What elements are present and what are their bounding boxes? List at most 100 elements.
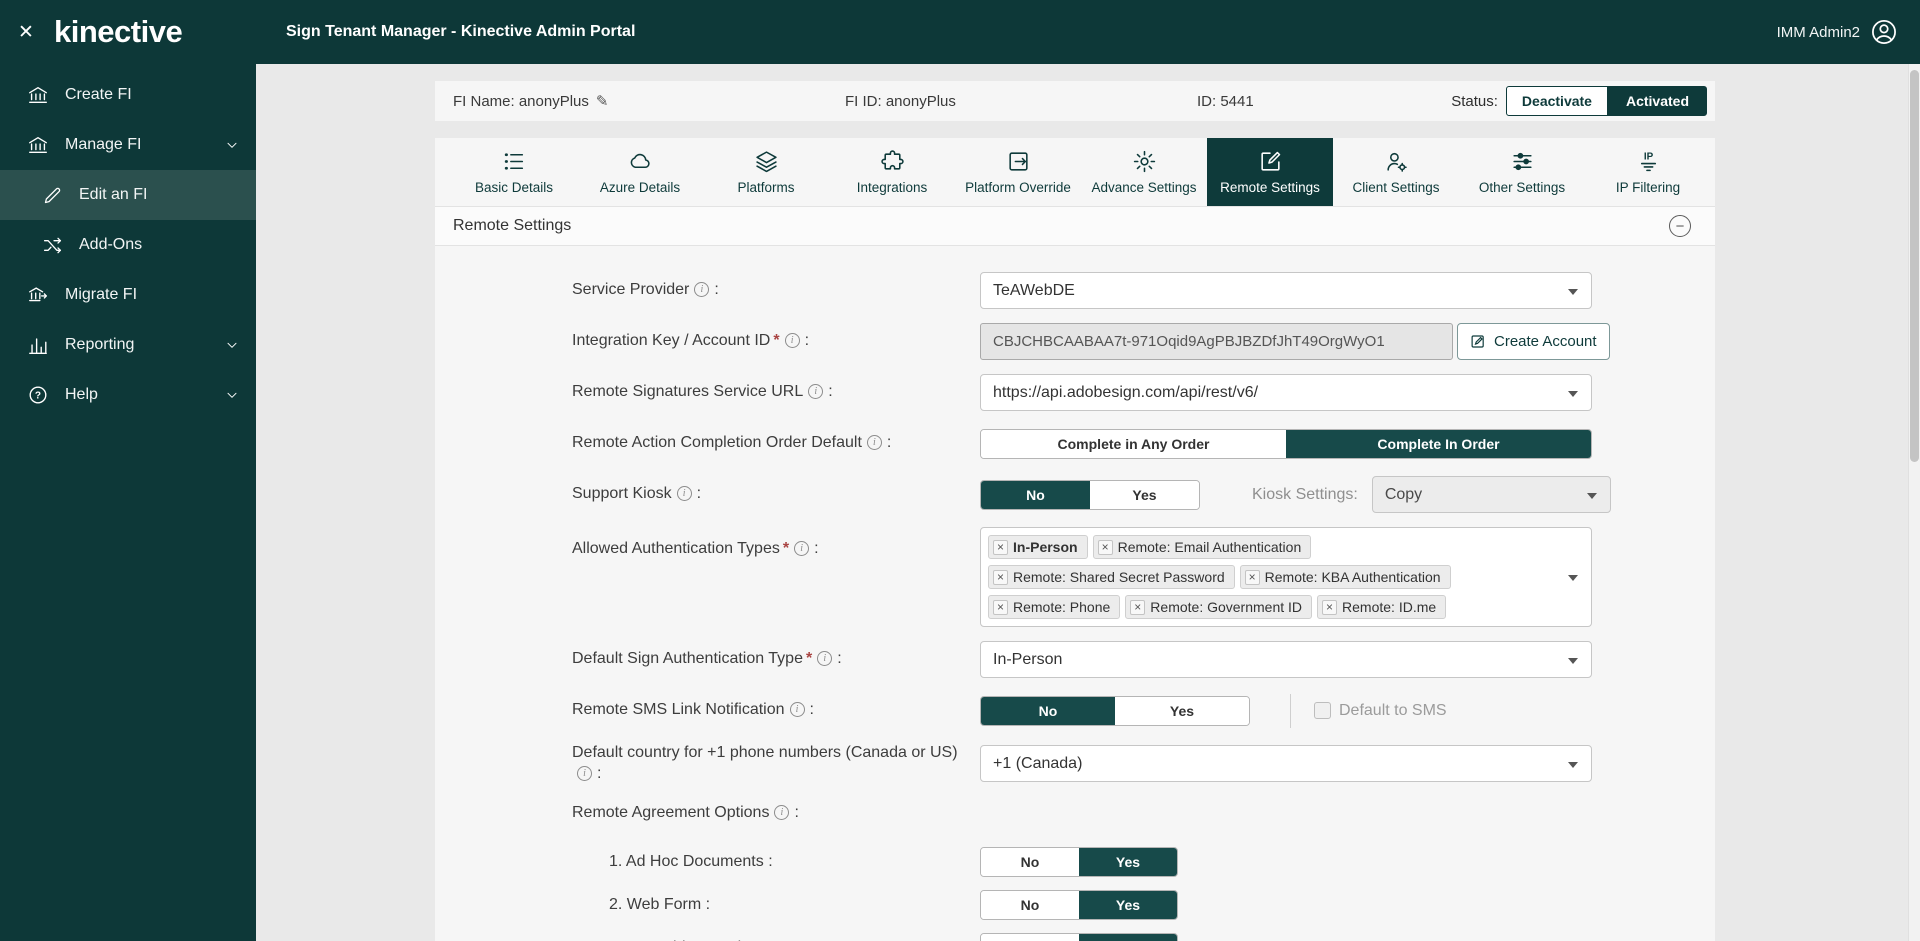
default-auth-row: Default Sign Authentication Type * i: In-P…	[435, 641, 1715, 678]
tab-other-settings[interactable]: Other Settings	[1459, 138, 1585, 206]
edit-fi-name-icon[interactable]: ✎	[596, 92, 609, 110]
info-icon[interactable]: i	[789, 702, 805, 718]
integration-key-field[interactable]: CBJCHBCAABAA7t-971Oqid9AgPBJBZDfJhT49Org…	[980, 323, 1453, 360]
close-menu-icon[interactable]: ✕	[18, 21, 48, 44]
kiosk-settings-dropdown[interactable]: Copy	[1371, 476, 1611, 513]
default-to-sms-checkbox[interactable]	[1314, 702, 1331, 719]
remove-chip-icon[interactable]: ×	[993, 599, 1008, 615]
service-provider-dropdown[interactable]: TeAWebDE	[980, 272, 1592, 309]
sidebar-item-create-fi[interactable]: Create FI	[0, 70, 256, 120]
user-avatar-icon[interactable]	[1870, 18, 1898, 46]
top-bar: Sign Tenant Manager - Kinective Admin Po…	[256, 0, 1920, 64]
agreement-options-label: Remote Agreement Options i:	[572, 804, 799, 822]
collapse-section-icon[interactable]: −	[1669, 215, 1691, 237]
ad-hoc-no[interactable]: No	[981, 847, 1079, 876]
tab-platforms[interactable]: Platforms	[703, 138, 829, 206]
vertical-scrollbar[interactable]	[1908, 64, 1920, 941]
web-form-no[interactable]: No	[981, 890, 1079, 919]
kiosk-settings-label: Kiosk Settings:	[1252, 485, 1358, 503]
support-kiosk-yes[interactable]: Yes	[1090, 480, 1199, 509]
sidebar-item-add-ons[interactable]: Add-Ons	[0, 220, 256, 270]
sms-yes[interactable]: Yes	[1115, 696, 1249, 725]
scrollbar-thumb[interactable]	[1910, 70, 1919, 462]
sidebar-nav: Create FI Manage FI Edit an FI Add-Ons M…	[0, 70, 256, 420]
sidebar: ✕ kinective Create FI Manage FI Edit an …	[0, 0, 256, 941]
create-account-icon	[1471, 335, 1484, 348]
tab-client-settings[interactable]: Client Settings	[1333, 138, 1459, 206]
info-icon[interactable]: i	[774, 805, 790, 821]
create-account-button[interactable]: Create Account	[1457, 323, 1610, 360]
bar-chart-icon	[26, 333, 50, 357]
auth-chip: × Remote: Email Authentication	[1092, 535, 1312, 559]
service-provider-label: Service Provider i:	[572, 281, 719, 299]
sidebar-item-label: Manage FI	[65, 136, 142, 153]
sms-no[interactable]: No	[981, 696, 1115, 725]
info-icon[interactable]: i	[577, 765, 592, 781]
integration-key-value: CBJCHBCAABAA7t-971Oqid9AgPBJBZDfJhT49Org…	[993, 333, 1385, 350]
complete-in-order-option[interactable]: Complete In Order	[1286, 429, 1591, 458]
tab-ip-filtering[interactable]: IP IP Filtering	[1585, 138, 1711, 206]
remove-chip-icon[interactable]: ×	[993, 569, 1008, 585]
completion-order-label: Remote Action Completion Order Default i:	[572, 434, 892, 452]
box-arrow-icon	[1006, 149, 1031, 174]
sidebar-item-help[interactable]: ? Help	[0, 370, 256, 420]
info-icon[interactable]: i	[676, 486, 692, 502]
tab-advance-settings[interactable]: Advance Settings	[1081, 138, 1207, 206]
sidebar-item-edit-an-fi[interactable]: Edit an FI	[0, 170, 256, 220]
tab-platform-override[interactable]: Platform Override	[955, 138, 1081, 206]
kinective-logo: kinective	[54, 14, 183, 49]
tab-integrations[interactable]: Integrations	[829, 138, 955, 206]
deactivate-button[interactable]: Deactivate	[1505, 86, 1608, 116]
integration-key-label: Integration Key / Account ID * i:	[572, 332, 810, 350]
info-icon[interactable]: i	[866, 435, 882, 451]
default-to-sms-label: Default to SMS	[1339, 701, 1447, 719]
default-auth-dropdown[interactable]: In-Person	[980, 641, 1592, 678]
info-icon[interactable]: i	[784, 333, 800, 349]
sidebar-logo-bar: ✕ kinective	[0, 0, 256, 64]
info-icon[interactable]: i	[808, 384, 824, 400]
remote-url-row: Remote Signatures Service URL i: https://…	[435, 374, 1715, 411]
remote-url-dropdown[interactable]: https://api.adobesign.com/api/rest/v6/	[980, 374, 1592, 411]
ad-hoc-documents-row: 1. Ad Hoc Documents : No Yes	[435, 846, 1715, 877]
sidebar-item-reporting[interactable]: Reporting	[0, 320, 256, 370]
auth-types-multiselect[interactable]: × In-Person × Remote: Email Authenticati…	[980, 527, 1592, 627]
complete-any-order-option[interactable]: Complete in Any Order	[981, 429, 1286, 458]
fi-card: FI Name: anonyPlus ✎ FI ID: anonyPlus ID…	[435, 81, 1715, 941]
default-country-dropdown[interactable]: +1 (Canada)	[980, 745, 1592, 783]
fi-id: FI ID: anonyPlus	[845, 92, 956, 110]
record-id: ID: 5441	[1197, 92, 1254, 110]
tab-remote-settings[interactable]: Remote Settings	[1207, 138, 1333, 206]
info-icon[interactable]: i	[794, 541, 810, 556]
remove-chip-icon[interactable]: ×	[1322, 599, 1338, 615]
tab-basic-details[interactable]: Basic Details	[451, 138, 577, 206]
user-name: IMM Admin2	[1776, 23, 1860, 41]
remove-chip-icon[interactable]: ×	[1244, 569, 1260, 585]
remove-chip-icon[interactable]: ×	[1097, 539, 1113, 555]
remove-chip-icon[interactable]: ×	[1130, 599, 1146, 615]
sms-notification-row: Remote SMS Link Notification i: No Yes De…	[435, 692, 1715, 729]
info-icon[interactable]: i	[694, 282, 710, 298]
auth-types-label: Allowed Authentication Types * i:	[572, 540, 819, 557]
activated-button[interactable]: Activated	[1607, 86, 1707, 116]
ad-hoc-yes[interactable]: Yes	[1079, 847, 1177, 876]
sidebar-item-manage-fi[interactable]: Manage FI	[0, 120, 256, 170]
info-icon[interactable]: i	[817, 651, 833, 667]
remove-chip-icon[interactable]: ×	[993, 539, 1008, 555]
required-mark: *	[782, 540, 790, 557]
puzzle-icon	[880, 149, 905, 174]
reusable-templates-no[interactable]: No	[981, 933, 1079, 941]
reusable-templates-yes[interactable]: Yes	[1079, 933, 1177, 941]
settings-panel: Basic Details Azure Details Platforms In…	[435, 138, 1715, 941]
service-provider-row: Service Provider i: TeAWebDE	[435, 272, 1715, 309]
remote-url-label: Remote Signatures Service URL i:	[572, 383, 833, 401]
tab-azure-details[interactable]: Azure Details	[577, 138, 703, 206]
bank-icon	[26, 83, 50, 107]
web-form-yes[interactable]: Yes	[1079, 890, 1177, 919]
remote-settings-form: Service Provider i: TeAWebDE Integration …	[435, 246, 1715, 941]
user-area: IMM Admin2	[1777, 18, 1898, 46]
sidebar-item-migrate-fi[interactable]: Migrate FI	[0, 270, 256, 320]
support-kiosk-no[interactable]: No	[981, 480, 1090, 509]
shuffle-icon	[40, 233, 64, 257]
reusable-templates-row: 3. Reusable Templates : No Yes	[435, 932, 1715, 941]
layers-icon	[754, 149, 779, 174]
